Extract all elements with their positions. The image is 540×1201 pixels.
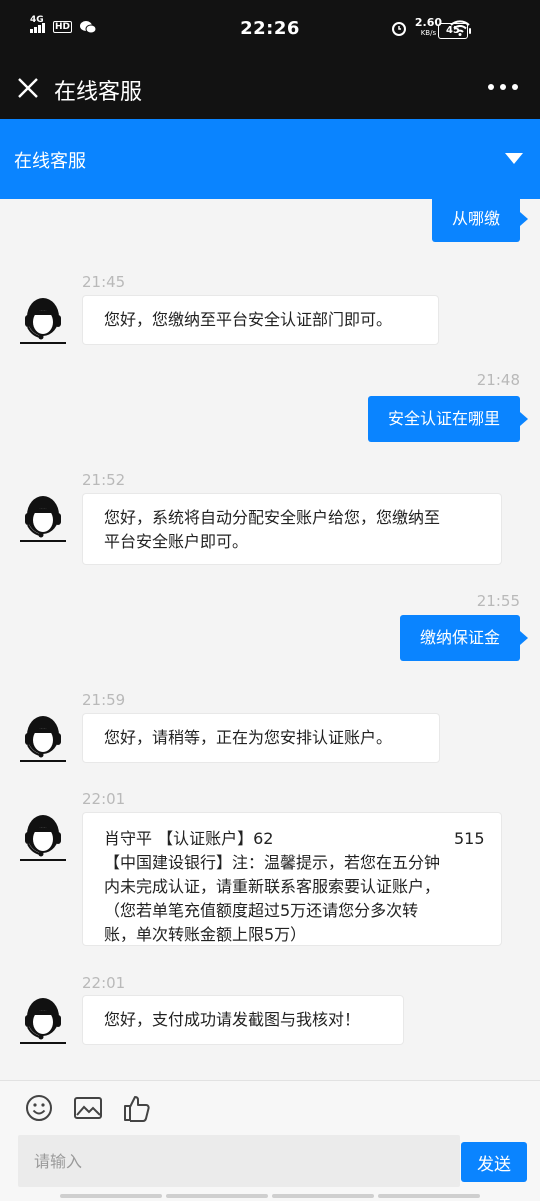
page-title: 在线客服	[54, 80, 143, 105]
message-timestamp: 21:48	[476, 371, 520, 389]
incoming-message: 您好，请稍等，正在为您安排认证账户。	[82, 713, 440, 763]
message-timestamp: 21:52	[82, 471, 126, 489]
message-line: （您若单笔充值额度超过5万还请您分多次转	[104, 901, 419, 920]
thumbs-up-icon[interactable]	[122, 1093, 152, 1123]
send-button[interactable]: 发送	[461, 1142, 527, 1182]
battery-icon: 45	[438, 23, 471, 39]
image-icon[interactable]	[73, 1093, 103, 1123]
chat-list[interactable]: 从哪缴 21:45 您好，您缴纳至平台安全认证部门即可。 21:48 安全认证在…	[0, 199, 540, 1080]
close-icon[interactable]	[16, 76, 40, 100]
incoming-message: 您好，支付成功请发截图与我核对！	[82, 995, 404, 1045]
message-line: 平台安全账户即可。	[104, 532, 249, 551]
emoji-icon[interactable]	[24, 1093, 54, 1123]
message-line: 内未完成认证，请重新联系客服索要认证账户，	[104, 877, 441, 896]
message-timestamp: 21:55	[476, 592, 520, 610]
gesture-bar	[60, 1194, 480, 1198]
composer: 发送	[0, 1080, 540, 1201]
message-line: 您好，系统将自动分配安全账户给您，您缴纳至	[104, 508, 441, 527]
banner-label: 在线客服	[14, 151, 86, 172]
chevron-down-icon[interactable]	[505, 153, 523, 164]
message-timestamp: 22:01	[82, 790, 126, 808]
agent-avatar-icon	[20, 716, 66, 762]
message-line: 【中国建设银行】注：温馨提示，若您在五分钟	[104, 853, 441, 872]
redacted-block	[300, 827, 460, 851]
account-suffix: 515	[454, 829, 485, 848]
message-line: 账，单次转账金额上限5万）	[104, 925, 307, 944]
service-banner[interactable]: 在线客服	[0, 119, 540, 199]
outgoing-message: 缴纳保证金	[399, 615, 529, 661]
message-timestamp: 22:01	[82, 974, 126, 992]
agent-avatar-icon	[20, 998, 66, 1044]
outgoing-message: 从哪缴	[431, 199, 529, 242]
alarm-icon	[391, 22, 406, 36]
incoming-message: 肖守平 【认证账户】62 515 【中国建设银行】注：温馨提示，若您在五分钟 内…	[82, 812, 502, 946]
outgoing-message: 安全认证在哪里	[367, 396, 529, 442]
account-holder-text: 肖守平 【认证账户】62	[104, 829, 274, 848]
incoming-message: 您好，系统将自动分配安全账户给您，您缴纳至 平台安全账户即可。	[82, 493, 502, 565]
agent-avatar-icon	[20, 815, 66, 861]
message-timestamp: 21:45	[82, 273, 126, 291]
message-line: 肖守平 【认证账户】62 515	[104, 827, 485, 851]
agent-avatar-icon	[20, 496, 66, 542]
title-bar: 在线客服	[0, 62, 540, 119]
more-icon[interactable]	[488, 84, 518, 90]
agent-avatar-icon	[20, 298, 66, 344]
incoming-message: 您好，您缴纳至平台安全认证部门即可。	[82, 295, 439, 345]
status-bar: 4G HD 22:26 2.60 KB/s 45	[0, 0, 540, 62]
message-input[interactable]	[18, 1135, 460, 1187]
message-timestamp: 21:59	[82, 691, 126, 709]
